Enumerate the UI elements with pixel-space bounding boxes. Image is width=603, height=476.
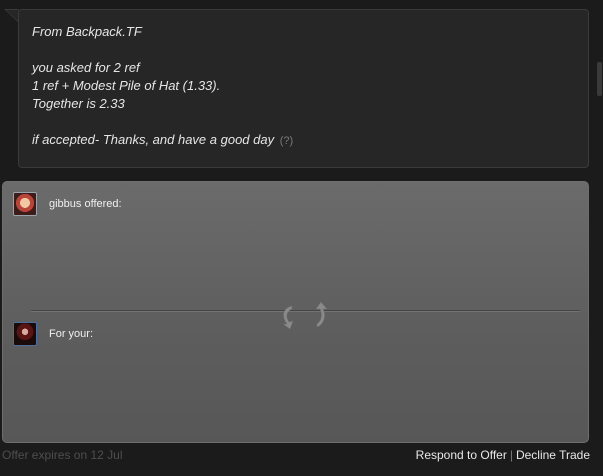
- message-line: you asked for 2 ref: [32, 60, 140, 75]
- help-link[interactable]: (?): [280, 135, 293, 147]
- respond-to-offer-link[interactable]: Respond to Offer: [416, 448, 507, 462]
- trade-actions: Respond to Offer | Decline Trade: [416, 447, 590, 463]
- message-line: 1 ref + Modest Pile of Hat (1.33).: [32, 78, 221, 93]
- decline-trade-link[interactable]: Decline Trade: [516, 448, 590, 462]
- your-avatar[interactable]: [13, 322, 37, 346]
- trade-message: From Backpack.TF you asked for 2 ref 1 r…: [18, 9, 589, 168]
- your-items-section: For your:: [13, 322, 93, 346]
- your-items-label: For your:: [49, 328, 94, 340]
- message-line: Together is 2.33: [32, 96, 125, 111]
- message-line: if accepted- Thanks, and have a good day: [32, 132, 275, 147]
- offer-expiry-text: Offer expires on 12 Jul: [2, 448, 123, 462]
- message-line: From Backpack.TF: [32, 24, 142, 39]
- their-offer-section: gibbus offered:: [13, 192, 122, 216]
- trade-items-panel: gibbus offered: For your:: [2, 181, 589, 443]
- swap-arrows-icon: [275, 300, 335, 330]
- scrollbar-thumb[interactable]: [597, 62, 602, 96]
- message-line-closing: if accepted- Thanks, and have a good day…: [32, 131, 575, 150]
- partner-avatar[interactable]: [13, 192, 37, 216]
- partner-offered-label: gibbus offered:: [49, 198, 122, 210]
- action-separator: |: [509, 448, 513, 462]
- trade-footer: Offer expires on 12 Jul Respond to Offer…: [2, 447, 590, 463]
- trade-offer-page: From Backpack.TF you asked for 2 ref 1 r…: [0, 0, 603, 476]
